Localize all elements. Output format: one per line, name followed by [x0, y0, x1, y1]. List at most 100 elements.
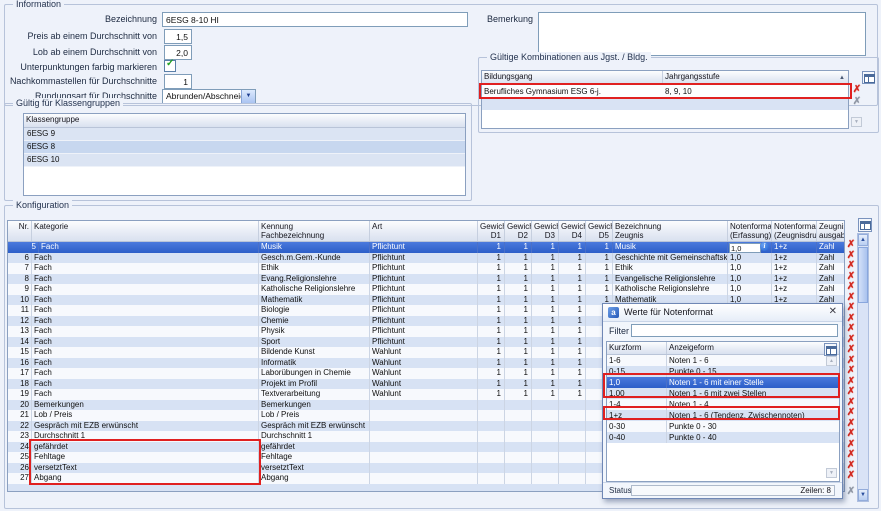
cell-art[interactable]: Pflichtunt: [370, 242, 478, 253]
cell-notenformat-erfassung[interactable]: 1,0: [728, 274, 772, 285]
cell-nr[interactable]: 25: [8, 452, 32, 463]
cell-anzeigeform[interactable]: Punkte 0 - 40: [667, 432, 825, 443]
scroll-up-icon[interactable]: ▲: [858, 234, 868, 246]
cell-nr[interactable]: 7: [8, 263, 32, 274]
cell-gewicht-d1[interactable]: 1: [478, 316, 505, 327]
cell-zeugnisausgabe[interactable]: Zahl: [817, 274, 844, 285]
table-row[interactable]: Berufliches Gymnasium ESG 6-j. 8, 9, 10: [482, 85, 848, 98]
cell-anzeigeform[interactable]: Noten 1 - 6 (Tendenz, Zwischennoten): [667, 410, 825, 421]
cell-gewicht-d3[interactable]: 1: [532, 263, 559, 274]
cell-gewicht-d3[interactable]: [532, 473, 559, 484]
column-header-bildungsgang[interactable]: Bildungsgang: [482, 71, 663, 84]
cell-zeugnisausgabe[interactable]: Zahl: [817, 263, 844, 274]
cell-gewicht-d4[interactable]: 1: [559, 358, 586, 369]
cell-notenformat-zeugnisdruck[interactable]: 1+z: [772, 242, 817, 253]
cell-gewicht-d2[interactable]: 1: [505, 379, 532, 390]
notenformat-row[interactable]: 0-15Punkte 0 - 15: [607, 366, 839, 377]
cell-gewicht-d3[interactable]: 1: [532, 242, 559, 253]
table-row[interactable]: 5FachMusikPflichtunt11111Musiki1+zZahl: [8, 242, 844, 253]
cell-gewicht-d3[interactable]: [532, 400, 559, 411]
cell-kennung[interactable]: Lob / Preis: [259, 410, 370, 421]
unterpunktungen-checkbox[interactable]: ✓: [164, 60, 176, 72]
bemerkung-textarea[interactable]: [538, 12, 866, 56]
cell-kategorie[interactable]: Fach: [32, 242, 259, 253]
cell-gewicht-d4[interactable]: 1: [559, 316, 586, 327]
cell-gewicht-d4[interactable]: 1: [559, 253, 586, 264]
empty-row[interactable]: [482, 98, 848, 110]
scrollbar-thumb[interactable]: [858, 247, 868, 303]
cell-gewicht-d3[interactable]: 1: [532, 389, 559, 400]
column-header-art[interactable]: Art: [370, 221, 478, 241]
cell-gewicht-d3[interactable]: [532, 452, 559, 463]
cell-kurzform[interactable]: 1-6: [607, 355, 667, 366]
cell-gewicht-d1[interactable]: 1: [478, 337, 505, 348]
cell-kategorie[interactable]: Fach: [32, 284, 259, 295]
cell-kennung[interactable]: Laborübungen in Chemie: [259, 368, 370, 379]
cell-kennung[interactable]: Sport: [259, 337, 370, 348]
cell-gewicht-d2[interactable]: 1: [505, 316, 532, 327]
list-item-klassengruppe[interactable]: 6ESG 8: [24, 141, 465, 154]
cell-art[interactable]: Pflichtunt: [370, 263, 478, 274]
cell-art[interactable]: [370, 410, 478, 421]
cell-gewicht-d3[interactable]: [532, 421, 559, 432]
cell-kennung[interactable]: Ethik: [259, 263, 370, 274]
cell-art[interactable]: Pflichtunt: [370, 295, 478, 306]
cell-gewicht-d1[interactable]: 1: [478, 358, 505, 369]
cell-kategorie[interactable]: Gespräch mit EZB erwünscht: [32, 421, 259, 432]
cell-jahrgangsstufe[interactable]: 8, 9, 10: [663, 85, 848, 98]
cell-gewicht-d4[interactable]: 1: [559, 263, 586, 274]
cell-gewicht-d1[interactable]: [478, 431, 505, 442]
cell-art[interactable]: [370, 442, 478, 453]
info-icon[interactable]: i: [760, 242, 769, 251]
cell-gewicht-d2[interactable]: 1: [505, 263, 532, 274]
cell-gewicht-d4[interactable]: [559, 442, 586, 453]
cell-gewicht-d4[interactable]: 1: [559, 284, 586, 295]
notenformat-edit-input[interactable]: [729, 243, 761, 253]
list-item-klassengruppe[interactable]: 6ESG 10: [24, 154, 465, 167]
cell-bezeichnung-zeugnis[interactable]: Evangelische Religionslehre: [613, 274, 728, 285]
cell-art[interactable]: Pflichtunt: [370, 253, 478, 264]
cell-bezeichnung-zeugnis[interactable]: Ethik: [613, 263, 728, 274]
cell-kennung[interactable]: Abgang: [259, 473, 370, 484]
cell-gewicht-d1[interactable]: [478, 442, 505, 453]
vertical-scrollbar[interactable]: ▲ ▼: [857, 233, 869, 502]
cell-gewicht-d3[interactable]: 1: [532, 316, 559, 327]
delete-row-icon[interactable]: ✗: [845, 471, 857, 482]
cell-gewicht-d2[interactable]: [505, 442, 532, 453]
delete-row-icon[interactable]: ✗: [851, 85, 863, 96]
cell-bezeichnung-zeugnis[interactable]: Geschichte mit Gemeinschaftskunde: [613, 253, 728, 264]
notenformat-row[interactable]: 1,00Noten 1 - 6 mit zwei Stellen: [607, 388, 839, 399]
notenformat-row[interactable]: 1+zNoten 1 - 6 (Tendenz, Zwischennoten): [607, 410, 839, 421]
cell-zeugnisausgabe[interactable]: Zahl: [817, 253, 844, 264]
cell-kennung[interactable]: Gesch.m.Gem.-Kunde: [259, 253, 370, 264]
cell-kennung[interactable]: Informatik: [259, 358, 370, 369]
cell-kategorie[interactable]: gefährdet: [32, 442, 259, 453]
cell-gewicht-d2[interactable]: [505, 400, 532, 411]
cell-gewicht-d5[interactable]: 1: [586, 263, 613, 274]
cell-gewicht-d1[interactable]: 1: [478, 242, 505, 253]
cell-gewicht-d2[interactable]: 1: [505, 347, 532, 358]
cell-kennung[interactable]: gefährdet: [259, 442, 370, 453]
cell-kennung[interactable]: Gespräch mit EZB erwünscht: [259, 421, 370, 432]
column-header-jahrgangsstufe[interactable]: Jahrgangsstufe ▲: [663, 71, 848, 84]
cell-nr[interactable]: 14: [8, 337, 32, 348]
cell-art[interactable]: Pflichtunt: [370, 316, 478, 327]
table-row[interactable]: 6FachGesch.m.Gem.-KundePflichtunt11111Ge…: [8, 253, 844, 264]
rundungsart-select[interactable]: Abrunden/Abschneiden ▼: [162, 89, 256, 104]
cell-gewicht-d3[interactable]: 1: [532, 284, 559, 295]
cell-gewicht-d4[interactable]: [559, 410, 586, 421]
cell-nr[interactable]: 13: [8, 326, 32, 337]
cell-gewicht-d3[interactable]: [532, 442, 559, 453]
cell-art[interactable]: [370, 421, 478, 432]
cell-art[interactable]: Pflichtunt: [370, 337, 478, 348]
cell-anzeigeform[interactable]: Noten 1 - 6 mit zwei Stellen: [667, 388, 825, 399]
cell-zeugnisausgabe[interactable]: Zahl: [817, 284, 844, 295]
column-chooser-icon[interactable]: [862, 71, 875, 84]
cell-gewicht-d2[interactable]: [505, 452, 532, 463]
cell-nr[interactable]: 23: [8, 431, 32, 442]
cell-gewicht-d4[interactable]: [559, 452, 586, 463]
cell-nr[interactable]: 15: [8, 347, 32, 358]
nachkommastellen-input[interactable]: [164, 74, 192, 89]
cell-gewicht-d4[interactable]: 1: [559, 295, 586, 306]
table-row[interactable]: 7FachEthikPflichtunt11111Ethik1,01+zZahl: [8, 263, 844, 274]
